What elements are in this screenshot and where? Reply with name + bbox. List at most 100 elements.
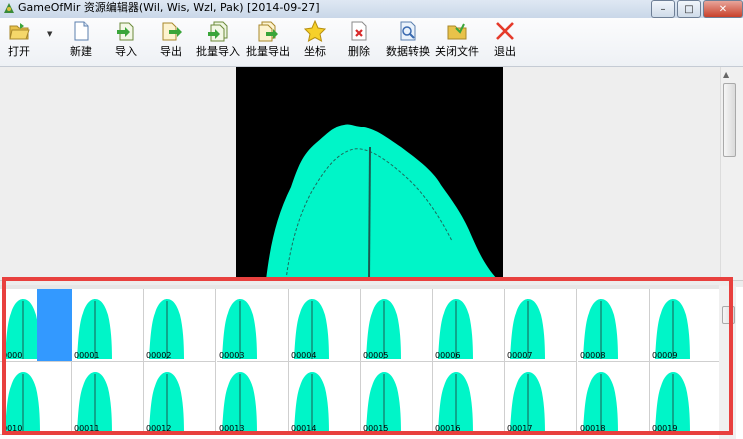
import-label: 导入 <box>115 45 137 58</box>
thumbnail-cell[interactable]: 00016 <box>433 362 505 435</box>
batch-export-icon <box>258 21 278 42</box>
preview-canvas <box>236 67 503 280</box>
thumbnail-cell[interactable]: 00015 <box>361 362 433 435</box>
folder-open-icon <box>9 23 30 40</box>
close-file-button[interactable]: 关闭文件 <box>435 20 479 64</box>
delete-file-icon <box>351 21 367 41</box>
close-window-button[interactable]: ✕ <box>703 0 743 18</box>
app-icon <box>4 3 14 13</box>
thumbnail-cell[interactable]: 00018 <box>578 362 650 435</box>
open-button[interactable]: 打开 <box>8 20 30 64</box>
thumbnail-index-label: 00001 <box>74 351 100 360</box>
thumbnail-sprite <box>583 372 618 432</box>
thumbnail-sprite <box>510 372 545 432</box>
thumbnail-cell[interactable]: 00002 <box>144 289 216 362</box>
toolbar: 打开 ▼ 新建 导入 导出 批量导入 批量导出 坐标 删除 数据转换 关闭文件 … <box>0 18 743 67</box>
thumbnail-cell[interactable]: 00011 <box>72 362 144 435</box>
export-button[interactable]: 导出 <box>160 20 182 64</box>
thumbnail-cell[interactable]: 00013 <box>217 362 289 435</box>
thumbnail-cell[interactable]: 00005 <box>361 289 433 362</box>
thumbnail-sprite <box>438 372 473 432</box>
thumbnail-sprite <box>149 299 184 359</box>
thumbnail-cell[interactable]: 0010 <box>0 362 72 435</box>
thumbnail-cell[interactable]: 00019 <box>650 362 722 435</box>
thumbnail-cell[interactable]: 00006 <box>433 289 505 362</box>
title-bar: GameOfMir 资源编辑器(Wil, Wis, Wzl, Pak) [201… <box>0 0 743 18</box>
thumbnail-index-label: 00019 <box>652 424 678 433</box>
thumbnail-cell[interactable]: 00003 <box>217 289 289 362</box>
thumbnail-cell[interactable]: 00008 <box>578 289 650 362</box>
convert-label: 数据转换 <box>386 45 430 58</box>
thumbnail-index-label: 00014 <box>291 424 317 433</box>
minimize-button[interactable]: – <box>651 0 675 18</box>
delete-label: 删除 <box>348 45 370 58</box>
data-convert-icon <box>400 21 416 41</box>
window-title: GameOfMir 资源编辑器(Wil, Wis, Wzl, Pak) [201… <box>18 1 320 14</box>
thumbnail-cell[interactable]: 00007 <box>505 289 577 362</box>
thumbnail-sprite <box>149 372 184 432</box>
exit-button[interactable]: 退出 <box>494 20 516 64</box>
thumbnail-index-label: 0010 <box>2 424 23 433</box>
thumbnail-sprite <box>77 372 112 432</box>
delete-button[interactable]: 删除 <box>348 20 370 64</box>
thumbnail-vertical-scrollbar[interactable] <box>719 286 736 439</box>
thumbnail-scroll-thumb[interactable] <box>722 306 735 324</box>
thumbnail-sprite <box>5 299 40 359</box>
batch-export-button[interactable]: 批量导出 <box>246 20 290 64</box>
thumbnail-cell[interactable]: 00017 <box>505 362 577 435</box>
thumbnail-index-label: 00009 <box>652 351 678 360</box>
thumbnail-index-label: 00004 <box>291 351 317 360</box>
image-preview-area <box>0 67 720 280</box>
thumbnail-sprite <box>5 372 40 432</box>
export-icon <box>162 22 182 41</box>
preview-vertical-scrollbar[interactable]: ▲ <box>720 67 737 280</box>
thumbnail-index-label: 00012 <box>146 424 172 433</box>
coordinates-label: 坐标 <box>304 45 326 58</box>
thumbnail-index-label: 00015 <box>363 424 389 433</box>
thumbnail-sprite <box>294 372 329 432</box>
thumbnail-cell[interactable]: 00014 <box>289 362 361 435</box>
thumbnail-index-label: 00005 <box>363 351 389 360</box>
coordinates-button[interactable]: 坐标 <box>304 20 326 64</box>
batch-export-label: 批量导出 <box>246 45 290 58</box>
thumbnail-sprite <box>655 372 690 432</box>
new-file-icon <box>74 21 89 41</box>
open-dropdown-arrow-icon[interactable]: ▼ <box>47 30 52 38</box>
open-label: 打开 <box>8 45 30 58</box>
thumbnail-sprite <box>77 299 112 359</box>
thumbnail-sprite <box>655 299 690 359</box>
maximize-button[interactable]: □ <box>677 0 701 18</box>
scroll-thumb[interactable] <box>723 83 736 157</box>
thumbnail-sprite <box>366 372 401 432</box>
thumbnail-sprite <box>583 299 618 359</box>
thumbnail-cell[interactable]: 00009 <box>650 289 722 362</box>
thumbnail-index-label: 00017 <box>507 424 533 433</box>
thumbnail-sprite <box>294 299 329 359</box>
thumbnail-index-label: 00018 <box>580 424 606 433</box>
new-label: 新建 <box>70 45 92 58</box>
exit-label: 退出 <box>494 45 516 58</box>
thumbnail-index-label: 00013 <box>219 424 245 433</box>
thumbnail-index-label: 00011 <box>74 424 100 433</box>
thumbnail-index-label: 0000 <box>2 351 23 360</box>
exit-x-icon <box>496 22 514 40</box>
batch-import-button[interactable]: 批量导入 <box>196 20 240 64</box>
thumbnail-cell[interactable]: 00004 <box>289 289 361 362</box>
star-icon <box>304 20 326 42</box>
import-button[interactable]: 导入 <box>115 20 137 64</box>
thumbnail-sprite <box>222 299 257 359</box>
thumbnail-index-label: 00008 <box>580 351 606 360</box>
thumbnail-cell[interactable]: 00012 <box>144 362 216 435</box>
scroll-up-arrow-icon[interactable]: ▲ <box>723 70 729 79</box>
close-file-label: 关闭文件 <box>435 45 479 58</box>
sprite-preview-image <box>266 124 498 280</box>
thumbnail-sprite <box>510 299 545 359</box>
thumbnail-sprite <box>438 299 473 359</box>
thumbnail-cell[interactable]: 00001 <box>72 289 144 362</box>
close-folder-icon <box>447 23 467 40</box>
new-button[interactable]: 新建 <box>70 20 92 64</box>
convert-button[interactable]: 数据转换 <box>386 20 430 64</box>
thumbnail-index-label: 00006 <box>435 351 461 360</box>
thumbnail-index-label: 00002 <box>146 351 172 360</box>
thumbnail-index-label: 00007 <box>507 351 533 360</box>
